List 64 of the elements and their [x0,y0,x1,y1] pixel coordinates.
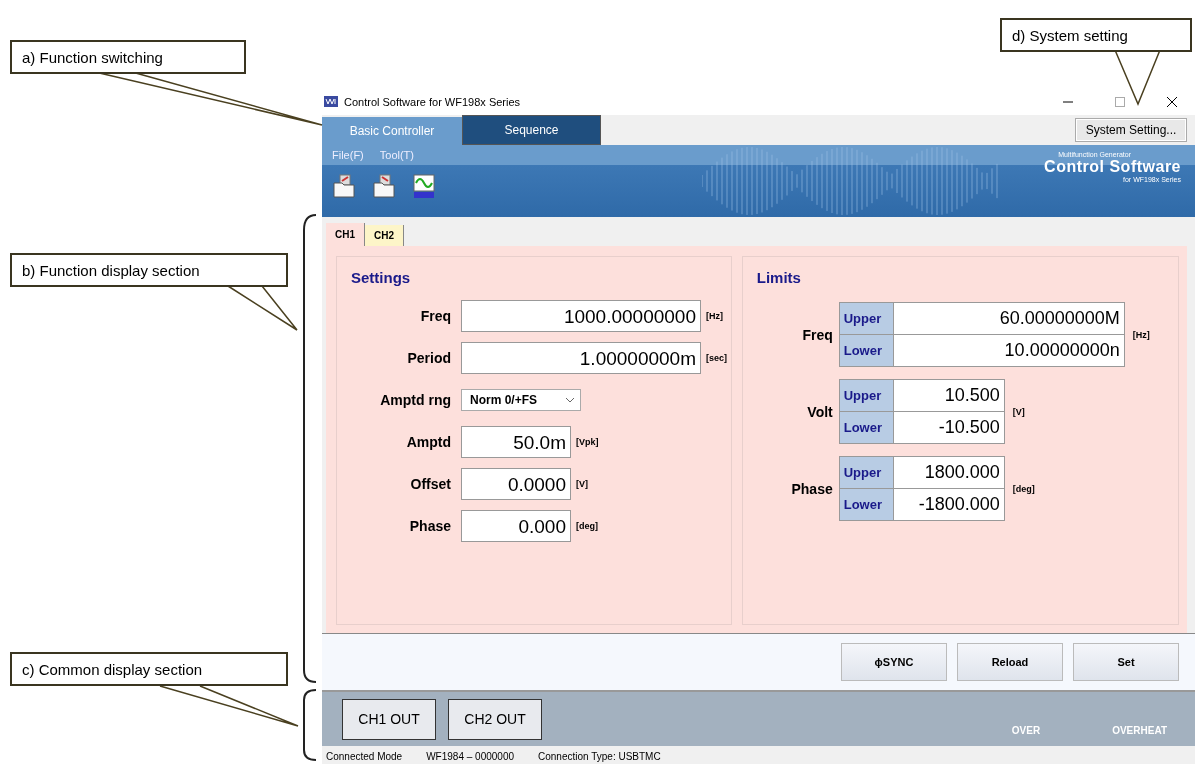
channel-tab[interactable]: CH1 [326,223,365,246]
function-tab[interactable]: Sequence [462,115,601,145]
unit-label: [sec] [706,353,727,363]
panel-title: Settings [351,269,412,286]
close-icon[interactable] [1167,96,1177,107]
folder-icon[interactable] [332,173,358,199]
limit-label: Phase [790,480,834,497]
callout-label: a) Function switching [10,40,246,74]
limit-row-header: Lower [839,489,894,520]
status-text: WF1984 – 0000000 [426,750,514,762]
limit-value-field[interactable]: 60.00000000M [893,303,1124,334]
limit-row-header: Upper [839,303,894,334]
limit-value-field[interactable]: -10.500 [893,412,1004,443]
limit-value-field[interactable]: -1800.000 [893,489,1004,520]
unit-label: [deg] [576,521,598,531]
callout-label: c) Common display section [10,652,288,686]
unit-label: [Vpk] [576,437,599,447]
wave-designer-icon[interactable] [412,173,438,199]
field-label: Freq [419,308,451,324]
folder-icon[interactable] [372,173,398,199]
callout-pointer [227,285,298,331]
unit-label: [deg] [1012,483,1035,494]
value-field[interactable]: 50.0m [461,426,571,458]
limit-value-field[interactable]: 1800.000 [893,457,1004,488]
limit-label: Volt [806,403,834,420]
unit-label: [V] [576,479,588,489]
limit-label: Freq [801,326,834,343]
chevron-down-icon [566,397,574,403]
status-indicator: OVERHEAT [1112,725,1167,736]
field-label: Offset [409,476,451,492]
limit-row-header: Upper [839,457,894,488]
bracket [303,689,317,761]
channel-tab[interactable]: CH2 [365,225,405,246]
value-field[interactable]: 1.00000000m [461,342,701,374]
status-text: Connection Type: USBTMC [538,750,661,762]
panel-title: Limits [756,269,802,286]
app-logo-icon [324,96,338,107]
output-button[interactable]: CH2 OUT [448,698,542,740]
window-title: Control Software for WF198x Series [344,95,522,108]
callout-pointer [1114,49,1161,106]
range-dropdown[interactable]: Norm 0/+FS [461,389,581,411]
field-label: Amptd rng [379,392,451,408]
field-label: Amptd [405,434,451,450]
field-label: Period [406,350,451,366]
limit-row-header: Lower [839,412,894,443]
value-field[interactable]: 0.0000 [461,468,571,500]
status-indicator: OVER [1011,725,1041,736]
action-button[interactable]: Reload [957,643,1063,681]
limit-value-field[interactable]: 10.00000000n [893,335,1124,366]
field-label: Phase [408,518,451,534]
logo-title: Control Software [1044,158,1181,176]
limit-value-field[interactable]: 10.500 [893,380,1004,411]
action-button[interactable]: ϕSYNC [841,643,947,681]
system-setting-button[interactable]: System Setting... [1075,118,1187,142]
limit-row-header: Upper [839,380,894,411]
unit-label: [Hz] [706,311,723,321]
action-button[interactable]: Set [1073,643,1179,681]
unit-label: [V] [1012,406,1025,417]
value-field[interactable]: 1000.00000000 [461,300,701,332]
status-text: Connected Mode [326,750,403,762]
unit-label: [Hz] [1132,329,1150,340]
limit-row-header: Lower [839,335,894,366]
output-button[interactable]: CH1 OUT [342,698,436,740]
value-field[interactable]: 0.000 [461,510,571,542]
